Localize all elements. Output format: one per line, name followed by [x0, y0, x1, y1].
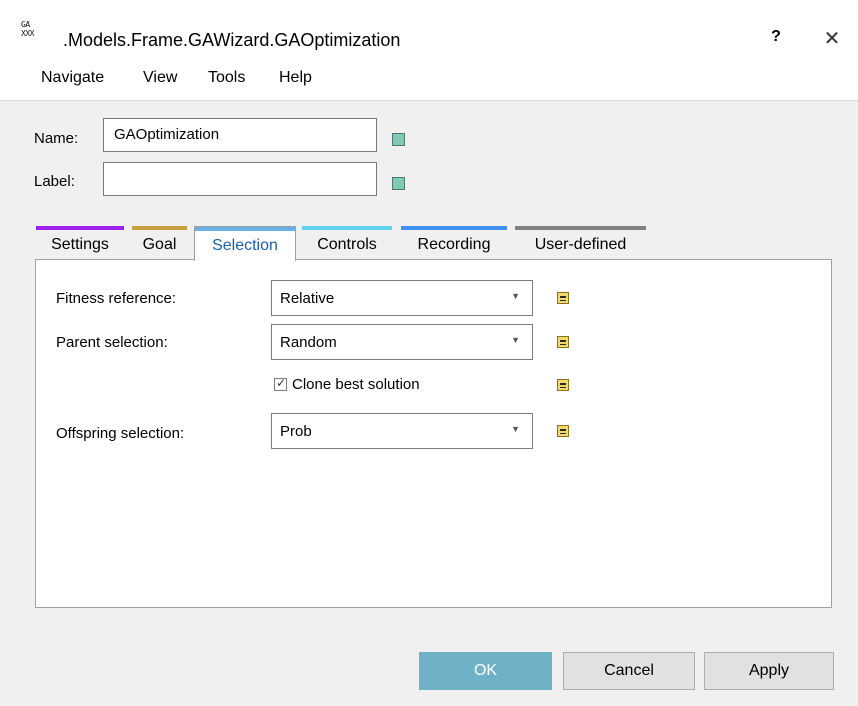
fitness-reference-dropdown[interactable]: Relative ▼	[271, 280, 533, 316]
tab-settings-label: Settings	[51, 236, 109, 253]
tab-user-defined-label: User-defined	[534, 236, 627, 253]
tab-controls[interactable]: Controls	[302, 226, 392, 260]
offspring-selection-status-icon	[557, 425, 569, 437]
tab-recording-label: Recording	[417, 236, 491, 253]
menu-navigate[interactable]: Navigate	[41, 68, 104, 88]
tab-goal[interactable]: Goal	[132, 226, 187, 260]
parent-selection-label: Parent selection:	[56, 334, 168, 351]
parent-selection-dropdown[interactable]: Random ▼	[271, 324, 533, 360]
offspring-selection-dropdown[interactable]: Prob ▼	[271, 413, 533, 449]
tab-goal-label: Goal	[142, 236, 177, 253]
close-button[interactable]: ✕	[820, 26, 844, 51]
app-icon: GA XXX	[21, 20, 34, 38]
name-field[interactable]: GAOptimization	[103, 118, 377, 152]
offspring-selection-value: Prob	[280, 423, 312, 440]
tab-settings-bar	[36, 226, 124, 230]
fitness-reference-value: Relative	[280, 290, 335, 307]
label-label: Label:	[34, 173, 75, 190]
clone-best-status-icon	[557, 379, 569, 391]
parent-selection-value: Random	[280, 334, 337, 351]
menu-tools[interactable]: Tools	[208, 68, 245, 88]
apply-button[interactable]: Apply	[704, 652, 834, 690]
menu-help[interactable]: Help	[279, 68, 312, 88]
check-icon: ✓	[276, 376, 287, 390]
help-button[interactable]: ?	[764, 28, 788, 46]
chevron-down-icon: ▼	[511, 424, 520, 434]
clone-best-checkbox[interactable]: ✓	[274, 376, 287, 391]
tab-controls-label: Controls	[317, 236, 377, 253]
parent-selection-status-icon	[557, 336, 569, 348]
tab-goal-bar	[132, 226, 187, 230]
menu-bar: Navigate View Tools Help	[0, 58, 858, 101]
tab-settings[interactable]: Settings	[36, 226, 124, 260]
tab-user-defined-bar	[515, 226, 646, 230]
chevron-down-icon: ▼	[511, 335, 520, 345]
tab-recording-bar	[401, 226, 507, 230]
fitness-reference-status-icon	[557, 292, 569, 304]
clone-best-label[interactable]: Clone best solution	[292, 376, 420, 394]
title-bar: GA XXX .Models.Frame.GAWizard.GAOptimizat…	[0, 0, 858, 58]
chevron-down-icon: ▼	[511, 291, 520, 301]
tab-controls-bar	[302, 226, 392, 230]
tab-user-defined[interactable]: User-defined	[515, 226, 646, 260]
cancel-button[interactable]: Cancel	[563, 652, 695, 690]
window-title: .Models.Frame.GAWizard.GAOptimization	[63, 30, 401, 50]
name-status-icon	[392, 133, 405, 146]
tab-recording[interactable]: Recording	[401, 226, 507, 260]
tab-selection-bar	[195, 227, 295, 231]
tab-selection-label: Selection	[212, 237, 278, 254]
ok-button[interactable]: OK	[419, 652, 552, 690]
name-label: Name:	[34, 130, 79, 147]
label-status-icon	[392, 177, 405, 190]
tab-selection[interactable]: Selection	[194, 226, 296, 261]
label-field[interactable]	[103, 162, 377, 196]
fitness-reference-label: Fitness reference:	[56, 290, 177, 307]
offspring-selection-label: Offspring selection:	[56, 425, 185, 442]
menu-view[interactable]: View	[143, 68, 177, 88]
